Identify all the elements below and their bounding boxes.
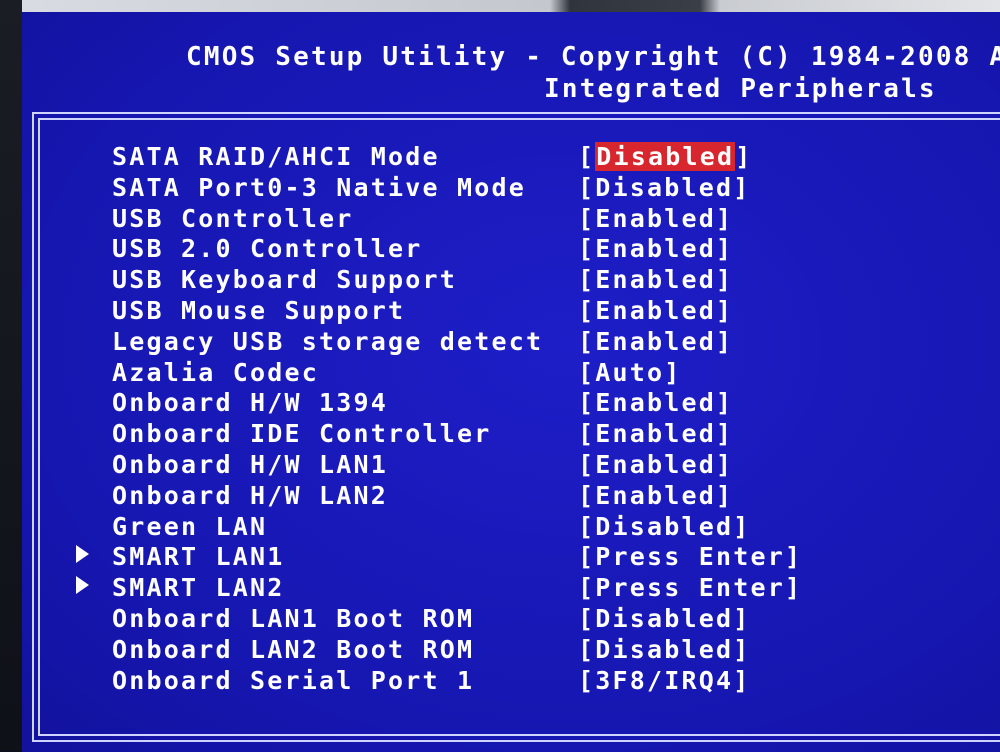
setting-label: Onboard Serial Port 1 <box>112 665 475 695</box>
setting-row[interactable]: USB 2.0 Controller [Enabled] <box>72 234 972 265</box>
setting-row[interactable]: SMART LAN2 [Press Enter] <box>72 573 972 604</box>
setting-row[interactable]: SATA Port0-3 Native Mode [Disabled] <box>72 173 972 204</box>
setting-row[interactable]: Azalia Codec [Auto] <box>72 358 972 389</box>
setting-row[interactable]: SMART LAN1 [Press Enter] <box>72 542 972 573</box>
setting-value[interactable]: [3F8/IRQ4] <box>578 666 751 696</box>
setting-value[interactable]: [Enabled] <box>578 419 733 449</box>
setting-row[interactable]: USB Mouse Support [Enabled] <box>72 296 972 327</box>
setting-row[interactable]: Onboard Serial Port 1 [3F8/IRQ4] <box>72 666 972 697</box>
monitor-bezel-left <box>0 0 22 750</box>
setting-value[interactable]: [Disabled] <box>578 173 751 203</box>
setting-value[interactable]: [Press Enter] <box>578 542 802 572</box>
setting-row[interactable]: Onboard H/W 1394 [Enabled] <box>72 388 972 419</box>
setting-label: SMART LAN1 <box>112 542 285 572</box>
setting-value[interactable]: [Disabled] <box>578 142 753 172</box>
setting-label: Onboard H/W LAN1 <box>112 449 389 479</box>
setting-value[interactable]: [Enabled] <box>578 265 733 295</box>
setting-label: Onboard H/W 1394 <box>112 388 389 418</box>
setting-value[interactable]: [Enabled] <box>578 204 733 234</box>
setting-label: SATA RAID/AHCI Mode <box>112 142 440 171</box>
bios-title: CMOS Setup Utility - Copyright (C) 1984-… <box>186 42 1000 72</box>
setting-label: Green LAN <box>112 511 268 541</box>
setting-value[interactable]: [Enabled] <box>578 327 733 357</box>
setting-label: Legacy USB storage detect <box>112 326 544 356</box>
setting-row[interactable]: SATA RAID/AHCI Mode [Disabled] <box>72 142 972 173</box>
setting-label: USB Controller <box>112 203 354 233</box>
setting-label: Azalia Codec <box>112 357 320 387</box>
setting-label: SMART LAN2 <box>112 573 285 603</box>
setting-value[interactable]: [Disabled] <box>578 604 751 634</box>
setting-value[interactable]: [Enabled] <box>578 296 733 326</box>
setting-label: Onboard LAN2 Boot ROM <box>112 634 475 664</box>
setting-value[interactable]: [Enabled] <box>578 388 733 418</box>
settings-list: SATA RAID/AHCI Mode [Disabled] SATA Port… <box>72 142 972 696</box>
setting-value[interactable]: [Enabled] <box>578 234 733 264</box>
setting-row[interactable]: USB Controller [Enabled] <box>72 204 972 235</box>
setting-row[interactable]: Legacy USB storage detect [Enabled] <box>72 327 972 358</box>
setting-row[interactable]: Onboard H/W LAN2 [Enabled] <box>72 481 972 512</box>
page-title: Integrated Peripherals <box>544 74 937 104</box>
setting-label: USB 2.0 Controller <box>112 234 423 264</box>
setting-label: Onboard IDE Controller <box>112 419 492 449</box>
setting-label: USB Keyboard Support <box>112 265 458 295</box>
bios-screen: CMOS Setup Utility - Copyright (C) 1984-… <box>22 12 1000 752</box>
setting-row[interactable]: Green LAN [Disabled] <box>72 512 972 543</box>
setting-value[interactable]: [Press Enter] <box>578 573 802 603</box>
submenu-arrow-icon <box>76 545 89 564</box>
setting-value[interactable]: [Disabled] <box>578 512 751 542</box>
setting-row[interactable]: Onboard IDE Controller [Enabled] <box>72 419 972 450</box>
setting-row[interactable]: Onboard H/W LAN1 [Enabled] <box>72 450 972 481</box>
setting-value[interactable]: [Enabled] <box>578 450 733 480</box>
setting-label: Onboard H/W LAN2 <box>112 480 389 510</box>
setting-value[interactable]: [Disabled] <box>578 635 751 665</box>
setting-label: USB Mouse Support <box>112 295 406 325</box>
setting-value[interactable]: [Enabled] <box>578 481 733 511</box>
setting-label: SATA Port0-3 Native Mode <box>112 172 527 202</box>
setting-value[interactable]: [Auto] <box>578 358 682 388</box>
setting-row[interactable]: Onboard LAN1 Boot ROM [Disabled] <box>72 604 972 635</box>
setting-label: Onboard LAN1 Boot ROM <box>112 603 475 633</box>
setting-row[interactable]: USB Keyboard Support [Enabled] <box>72 265 972 296</box>
setting-row[interactable]: Onboard LAN2 Boot ROM [Disabled] <box>72 635 972 666</box>
submenu-arrow-icon <box>76 576 89 595</box>
